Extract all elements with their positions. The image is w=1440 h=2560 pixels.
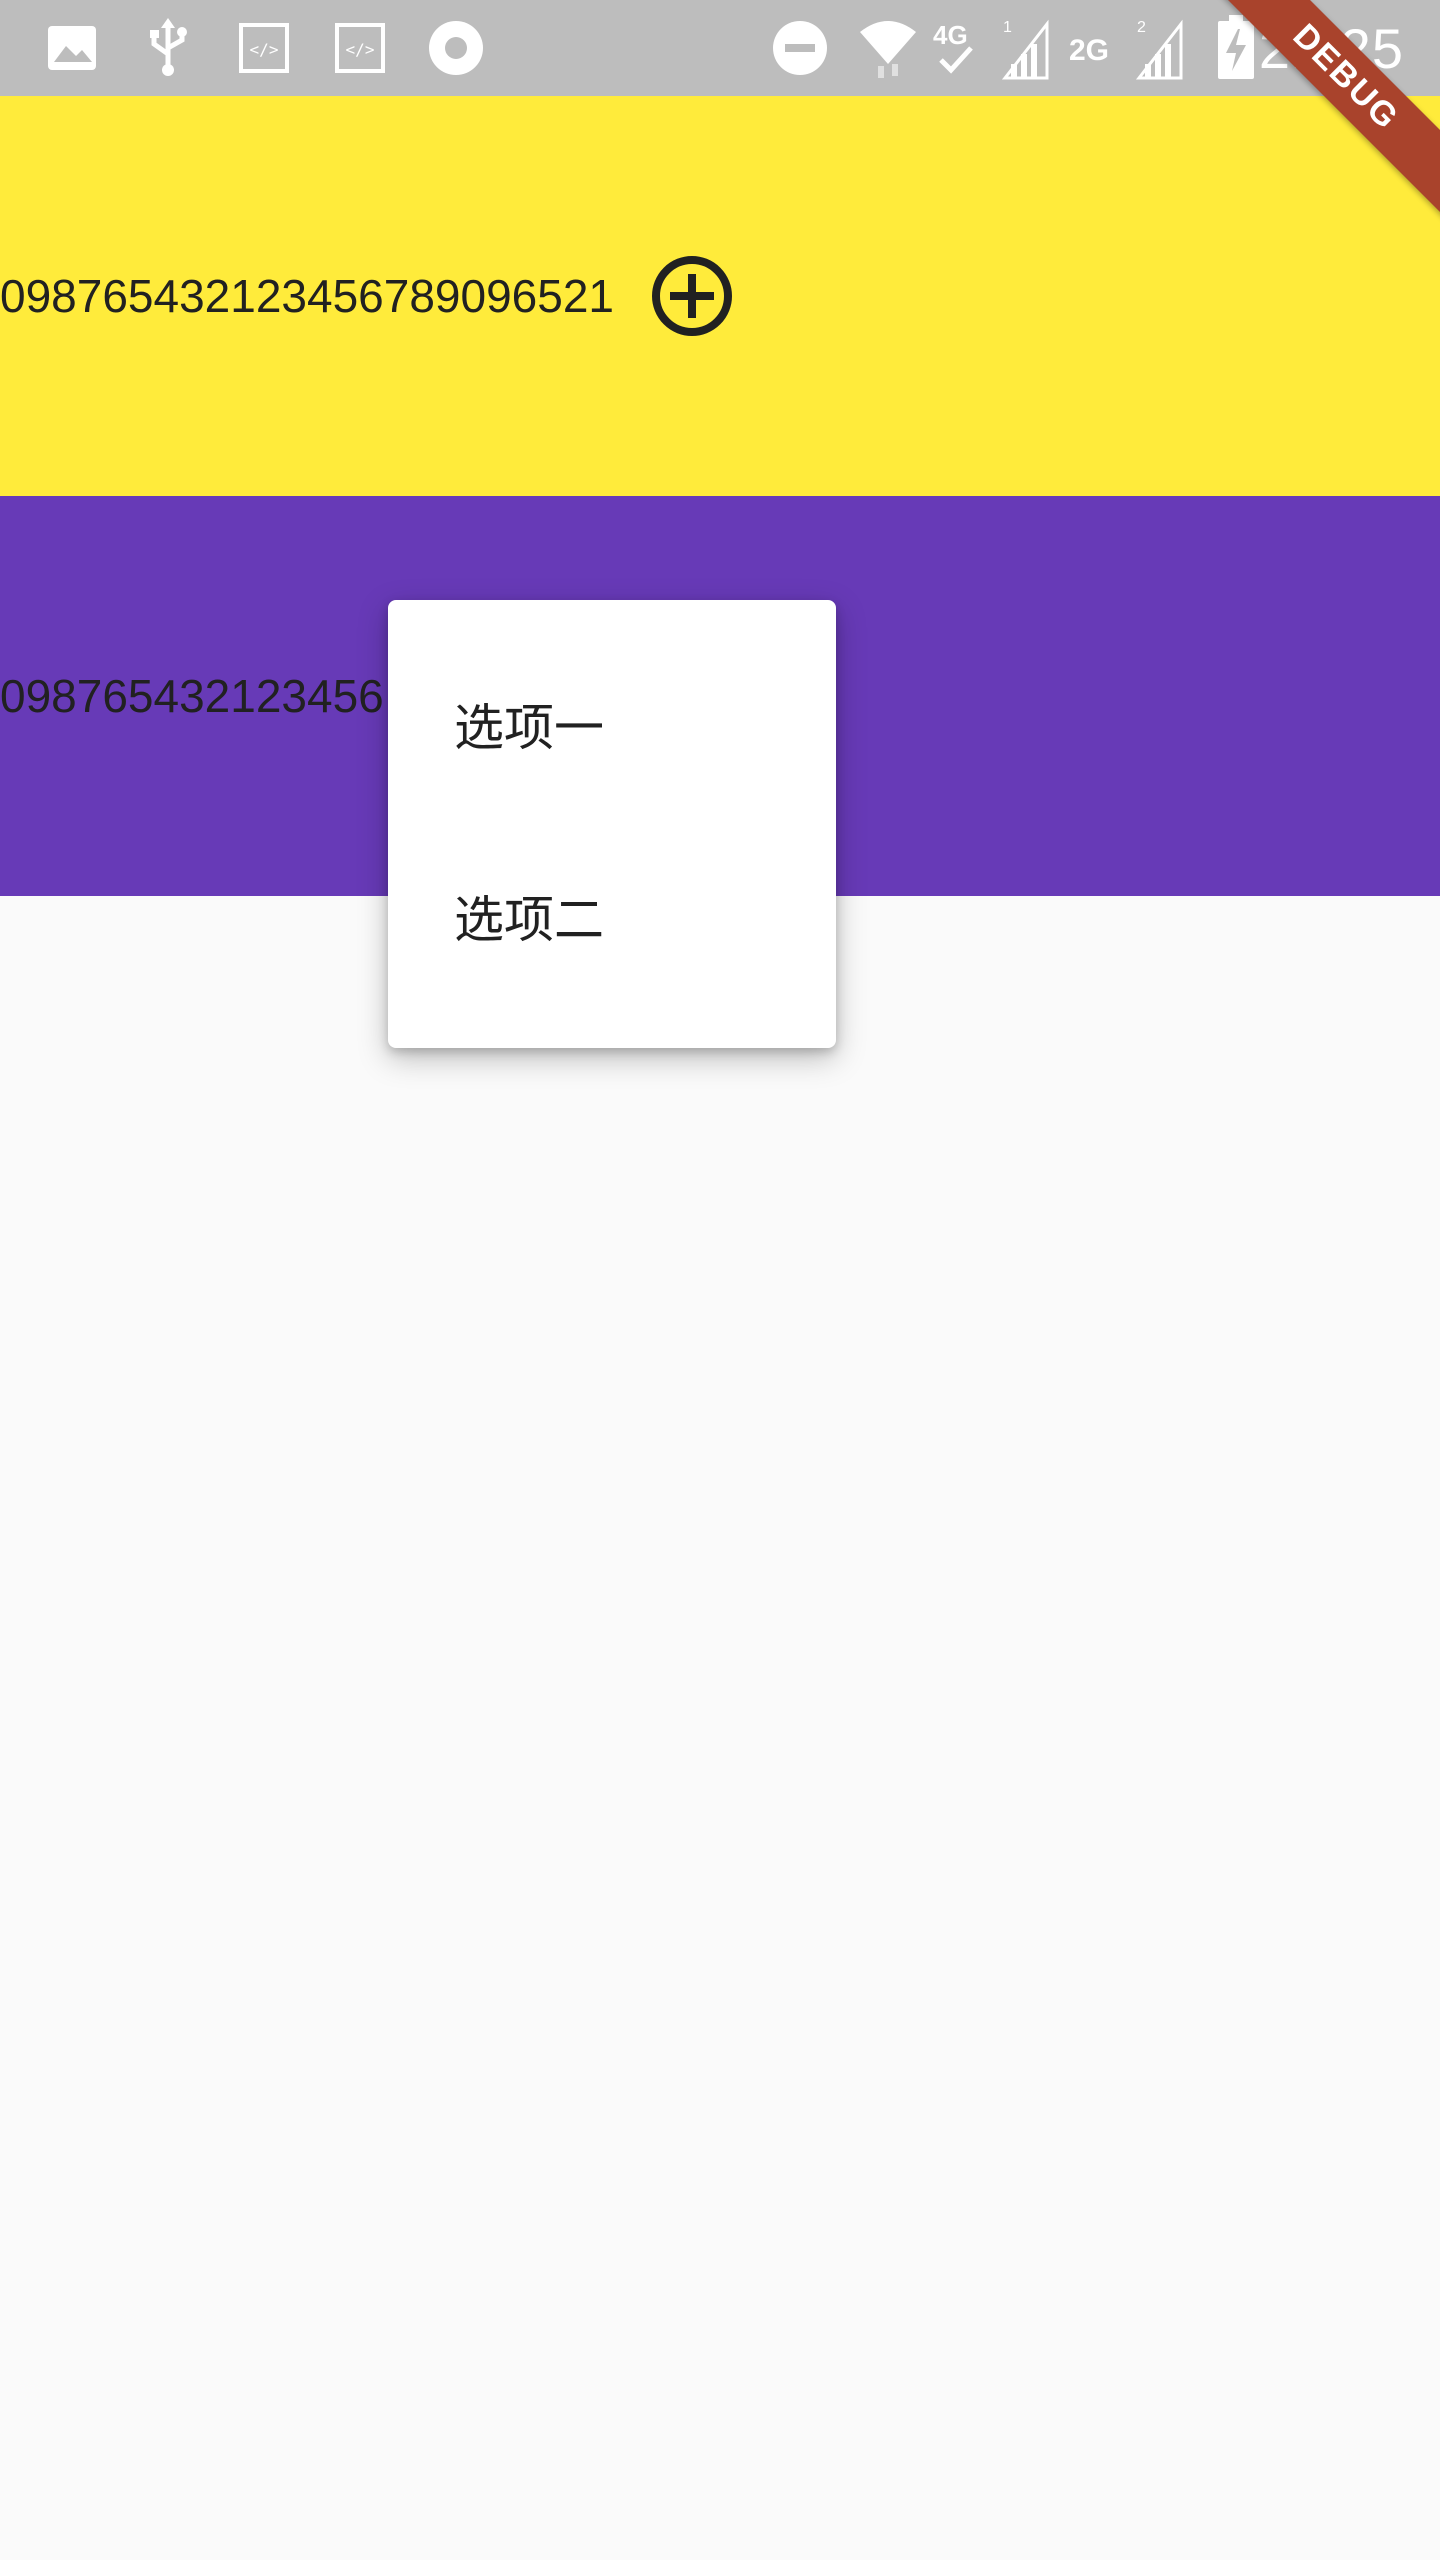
image-icon xyxy=(44,0,100,96)
2g-icon: 2G xyxy=(1066,0,1122,96)
code-icon: </> xyxy=(236,0,292,96)
battery-charging-icon xyxy=(1212,0,1260,96)
code-icon: </> xyxy=(332,0,388,96)
status-bar: </> </> 4G 1 2G 2 21:25 xyxy=(0,0,1440,96)
do-not-disturb-icon xyxy=(770,0,830,96)
status-time: 21:25 xyxy=(1258,16,1404,80)
svg-text:</>: </> xyxy=(346,40,375,59)
svg-text:1: 1 xyxy=(1003,19,1012,36)
svg-text:2: 2 xyxy=(1137,19,1146,36)
menu-item-option-two[interactable]: 选项二 xyxy=(388,820,836,1012)
record-icon xyxy=(426,0,486,96)
svg-text:</>: </> xyxy=(250,40,279,59)
svg-text:4G: 4G xyxy=(933,20,968,50)
svg-text:2G: 2G xyxy=(1069,34,1109,67)
yellow-row: 098765432123456789096521 xyxy=(0,96,1440,496)
usb-icon xyxy=(140,0,196,96)
wifi-icon xyxy=(858,0,918,96)
row-text: 098765432123456789096521 xyxy=(0,270,614,322)
popup-menu: 选项一 选项二 xyxy=(388,600,836,1048)
signal-icon: 2 xyxy=(1134,0,1186,96)
add-circle-icon[interactable] xyxy=(650,254,734,338)
menu-item-option-one[interactable]: 选项一 xyxy=(388,628,836,820)
4g-icon: 4G xyxy=(930,0,986,96)
row-text: 098765432123456 xyxy=(0,670,384,722)
signal-icon: 1 xyxy=(1000,0,1052,96)
